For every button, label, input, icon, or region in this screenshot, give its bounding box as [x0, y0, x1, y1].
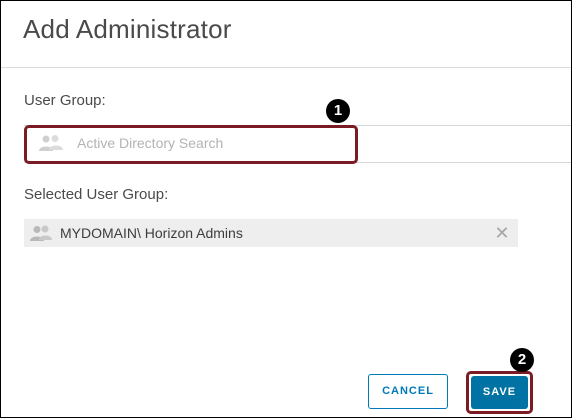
add-administrator-dialog: Add Administrator User Group: Active Dir… — [0, 0, 572, 418]
selected-user-group-label: Selected User Group: — [24, 186, 169, 203]
close-icon[interactable]: ✕ — [494, 224, 510, 242]
dialog-title: Add Administrator — [23, 14, 232, 44]
user-group-label: User Group: — [24, 92, 106, 109]
user-group-icon — [30, 225, 52, 241]
step-1-callout: 1 — [326, 99, 350, 123]
selected-user-group-name: MYDOMAIN\ Horizon Admins — [60, 225, 243, 241]
cancel-button[interactable]: CANCEL — [368, 374, 448, 409]
title-divider — [1, 67, 571, 68]
search-highlight-box — [24, 125, 358, 164]
step-2-callout: 2 — [510, 348, 534, 372]
selected-user-group-item: MYDOMAIN\ Horizon Admins ✕ — [24, 219, 518, 247]
save-button[interactable]: SAVE — [471, 376, 528, 409]
